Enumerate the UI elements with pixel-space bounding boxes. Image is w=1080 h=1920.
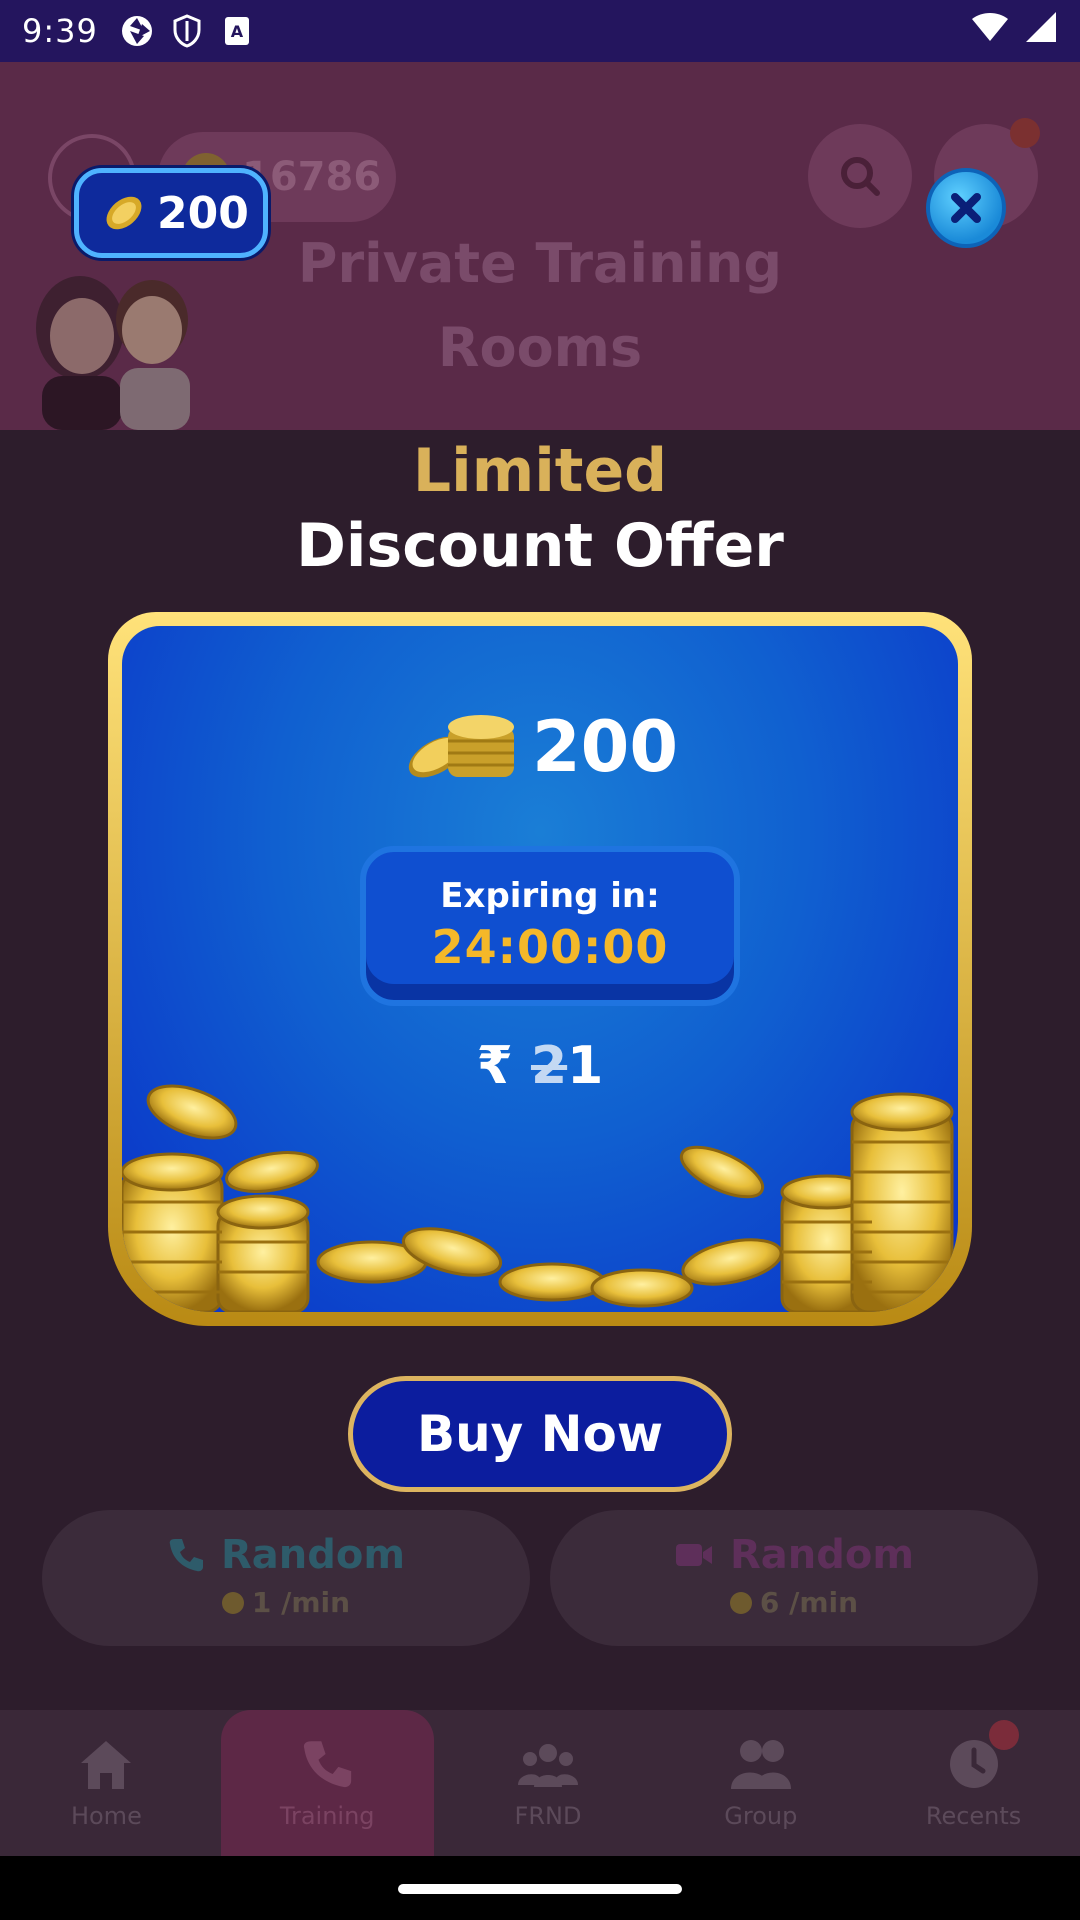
home-icon <box>76 1736 136 1792</box>
search-icon <box>841 157 880 196</box>
nav-label-group: Group <box>724 1802 798 1830</box>
random-voice-call-button[interactable]: Random 1 /min <box>42 1510 530 1646</box>
phone-icon <box>169 1539 203 1572</box>
a-box-icon: A <box>220 14 254 48</box>
nav-label-training: Training <box>279 1802 375 1830</box>
expiry-label: Expiring in: <box>440 876 660 916</box>
status-bar: 9:39 A <box>0 0 1080 62</box>
status-time: 9:39 <box>22 12 98 50</box>
home-gesture-handle[interactable] <box>398 1884 682 1894</box>
nav-label-frnd: FRND <box>514 1802 582 1830</box>
coin-icon <box>729 1591 752 1614</box>
modal-coin-pill: 200 <box>74 168 268 258</box>
gesture-navigation-bar <box>0 1856 1080 1920</box>
coin-icon <box>106 196 142 230</box>
random-video-rate: 6 /min <box>759 1586 859 1619</box>
camera-aperture-icon <box>120 14 154 48</box>
signal-icon <box>1024 10 1058 52</box>
random-video-call-button[interactable]: Random 6 /min <box>550 1510 1038 1646</box>
svg-text:A: A <box>231 22 244 41</box>
shield-icon <box>170 14 204 48</box>
group-icon <box>730 1736 791 1792</box>
coin-icon <box>221 1591 244 1614</box>
friends-icon <box>517 1736 578 1792</box>
bottom-navigation: Home Training FRND Group Recents <box>0 1710 1080 1856</box>
offer-card: 200 Expiring in: 24:00:00 ₹ 21 <box>108 612 972 1326</box>
nav-label-home: Home <box>70 1802 142 1830</box>
couple-illustration <box>12 258 202 430</box>
offer-coins-row: 200 <box>122 706 958 788</box>
close-icon <box>951 193 981 223</box>
offer-heading-discount: Discount Offer <box>296 511 784 581</box>
notification-badge <box>1010 118 1040 148</box>
offer-heading-limited: Limited <box>412 436 668 506</box>
offer-heading: Limited Discount Offer <box>0 436 1080 586</box>
random-voice-title: Random <box>220 1532 406 1578</box>
nav-item-home[interactable]: Home <box>0 1710 213 1856</box>
nav-label-recents: Recents <box>925 1802 1022 1830</box>
random-voice-rate: 1 /min <box>251 1586 351 1619</box>
coin-stack-icon <box>408 715 514 778</box>
buy-now-button[interactable]: Buy Now <box>348 1376 732 1492</box>
search-button[interactable] <box>808 124 912 228</box>
nav-item-frnd[interactable]: FRND <box>442 1710 655 1856</box>
phone-icon <box>297 1736 357 1792</box>
offer-coins-value: 200 <box>531 706 679 788</box>
expiry-box: Expiring in: 24:00:00 <box>360 846 740 1006</box>
coin-pile-illustration <box>122 1084 954 1312</box>
random-video-title: Random <box>729 1532 915 1578</box>
nav-item-group[interactable]: Group <box>654 1710 867 1856</box>
video-camera-icon <box>675 1544 712 1566</box>
expiry-timer: 24:00:00 <box>431 920 669 974</box>
wifi-icon <box>970 11 1010 51</box>
nav-item-training[interactable]: Training <box>220 1710 434 1856</box>
notification-badge <box>989 1720 1020 1750</box>
close-button[interactable] <box>926 168 1006 248</box>
nav-item-recents[interactable]: Recents <box>867 1710 1080 1856</box>
modal-coin-amount: 200 <box>157 187 249 239</box>
page-title: Private Training Rooms <box>297 232 783 379</box>
